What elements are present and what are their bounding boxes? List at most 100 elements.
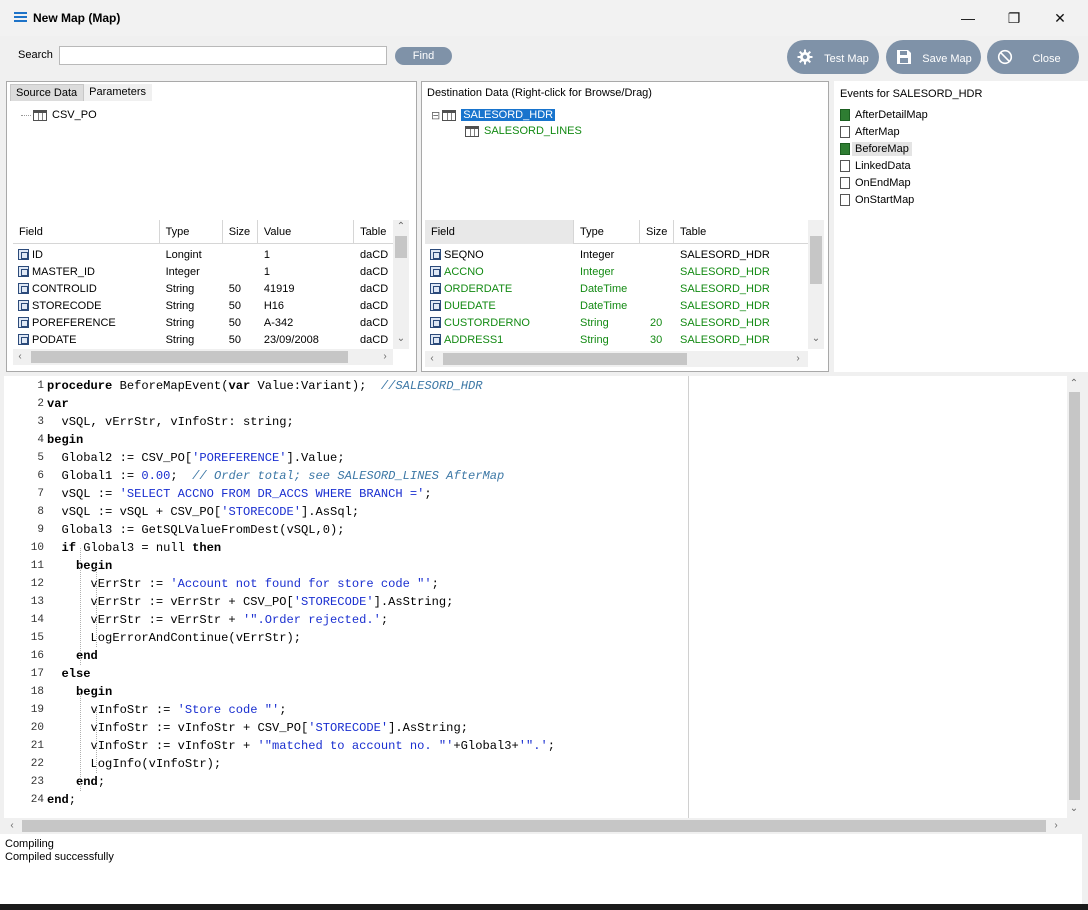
code-line[interactable]: vErrStr := vErrStr + CSV_PO['STORECODE']… xyxy=(47,593,454,611)
find-button[interactable]: Find xyxy=(395,47,452,65)
source-grid-hscroll[interactable]: ‹ › xyxy=(13,349,393,365)
minimize-button[interactable]: — xyxy=(945,6,991,30)
code-line[interactable]: vInfoStr := vInfoStr + CSV_PO['STORECODE… xyxy=(47,719,468,737)
code-line[interactable]: vErrStr := 'Account not found for store … xyxy=(47,575,439,593)
code-line[interactable]: LogErrorAndContinue(vErrStr); xyxy=(47,629,301,647)
tab-source-data[interactable]: Source Data xyxy=(10,84,85,101)
editor-vscroll[interactable]: ⌃ ⌄ xyxy=(1067,376,1082,818)
table-row[interactable]: POREFERENCE String 50 A-342 daCD xyxy=(13,314,393,331)
table-row[interactable]: MASTER_ID Integer 1 daCD xyxy=(13,263,393,280)
code-line[interactable]: vInfoStr := 'Store code "'; xyxy=(47,701,287,719)
code-token: '".' xyxy=(518,739,548,753)
scroll-left-icon[interactable]: ‹ xyxy=(14,351,26,363)
code-line[interactable]: var xyxy=(47,395,69,413)
column-header-size[interactable]: Size xyxy=(640,220,674,244)
code-line[interactable]: vSQL, vErrStr, vInfoStr: string; xyxy=(47,413,294,431)
dest-grid-hscroll[interactable]: ‹ › xyxy=(425,351,808,367)
code-line[interactable]: Global1 := 0.00; // Order total; see SAL… xyxy=(47,467,505,485)
column-header-value[interactable]: Value xyxy=(258,220,355,244)
event-item[interactable]: LinkedData xyxy=(840,158,911,174)
code-line[interactable]: vErrStr := vErrStr + '".Order rejected.'… xyxy=(47,611,389,629)
code-text-area[interactable]: procedure BeforeMapEvent(var Value:Varia… xyxy=(47,376,687,818)
column-header-field[interactable]: Field xyxy=(425,220,574,244)
event-item[interactable]: OnEndMap xyxy=(840,175,911,191)
code-line[interactable]: end; xyxy=(47,773,105,791)
table-row[interactable]: DUEDATE DateTime SALESORD_HDR xyxy=(425,297,808,314)
dest-tree-child[interactable]: SALESORD_LINES xyxy=(465,123,582,139)
scroll-left-icon[interactable]: ‹ xyxy=(6,820,18,832)
table-row[interactable]: ORDERDATE DateTime SALESORD_HDR xyxy=(425,280,808,297)
table-row[interactable]: STORECODE String 50 H16 daCD xyxy=(13,297,393,314)
dest-field-grid[interactable]: Field Type Size Table SEQNO Integer SALESO… xyxy=(425,220,808,349)
scroll-down-icon[interactable]: ⌄ xyxy=(395,333,407,345)
events-panel: Events for SALESORD_HDR AfterDetailMap Af… xyxy=(834,81,1088,372)
code-line[interactable]: begin xyxy=(47,431,83,449)
scroll-up-icon[interactable]: ⌃ xyxy=(395,221,407,233)
source-tree-root[interactable]: CSV_PO xyxy=(21,107,97,123)
close-button[interactable]: Close xyxy=(987,40,1079,74)
table-row[interactable]: ADDRESS1 String 30 SALESORD_HDR xyxy=(425,331,808,348)
column-header-table[interactable]: Table xyxy=(354,220,393,244)
scroll-thumb[interactable] xyxy=(22,820,1046,832)
table-row[interactable]: CONTROLID String 50 41919 daCD xyxy=(13,280,393,297)
cell-value: H16 xyxy=(263,299,285,312)
code-line[interactable]: Global2 := CSV_PO['POREFERENCE'].Value; xyxy=(47,449,345,467)
source-grid-vscroll[interactable]: ⌃ ⌄ xyxy=(393,220,409,349)
dest-grid-vscroll[interactable]: ⌄ xyxy=(808,220,824,349)
table-row[interactable]: SEQNO Integer SALESORD_HDR xyxy=(425,246,808,263)
event-item[interactable]: AfterMap xyxy=(840,124,900,140)
scroll-down-icon[interactable]: ⌄ xyxy=(1068,803,1080,815)
scroll-down-icon[interactable]: ⌄ xyxy=(810,333,822,345)
code-line[interactable]: vSQL := 'SELECT ACCNO FROM DR_ACCS WHERE… xyxy=(47,485,432,503)
code-token: Global2 := CSV_PO[ xyxy=(47,451,193,465)
tab-parameters[interactable]: Parameters xyxy=(84,84,152,101)
save-map-button[interactable]: Save Map xyxy=(886,40,981,74)
field-name: PODATE xyxy=(32,333,77,346)
column-header-type[interactable]: Type xyxy=(160,220,223,244)
source-field-grid[interactable]: Field Type Size Value Table ID Longint 1 da… xyxy=(13,220,393,349)
app-menu-icon[interactable] xyxy=(14,12,27,23)
window-close-button[interactable]: ✕ xyxy=(1037,6,1083,30)
scroll-thumb[interactable] xyxy=(443,353,687,365)
column-header-field[interactable]: Field xyxy=(13,220,160,244)
scroll-up-icon[interactable]: ⌃ xyxy=(1068,378,1080,390)
column-header-size[interactable]: Size xyxy=(223,220,258,244)
event-item[interactable]: AfterDetailMap xyxy=(840,107,928,123)
scroll-right-icon[interactable]: › xyxy=(792,353,804,365)
column-header-type[interactable]: Type xyxy=(574,220,640,244)
cell-field: CONTROLID xyxy=(13,283,160,295)
table-row[interactable]: PODATE String 50 23/09/2008 daCD xyxy=(13,331,393,348)
dest-tree-root[interactable]: ⊟ SALESORD_HDR xyxy=(431,107,556,123)
event-item[interactable]: OnStartMap xyxy=(840,192,914,208)
code-line[interactable]: if Global3 = null then xyxy=(47,539,222,557)
code-line[interactable]: end; xyxy=(47,791,76,809)
code-editor[interactable]: 1 2 3 4 5 6 7 8 9 10 11 12 13 14 15 16 17 18 19 20 21 22 23 24 … xyxy=(4,376,1082,818)
scroll-thumb[interactable] xyxy=(810,236,822,284)
event-item[interactable]: BeforeMap xyxy=(840,141,912,157)
search-input[interactable] xyxy=(59,46,387,65)
scroll-thumb[interactable] xyxy=(395,236,407,258)
test-map-button[interactable]: Test Map xyxy=(787,40,879,74)
column-header-table[interactable]: Table xyxy=(674,220,808,244)
editor-hscroll[interactable]: ‹ › xyxy=(4,818,1082,834)
compiler-output-panel: Compiling Compiled successfully xyxy=(0,834,1082,904)
table-row[interactable]: ID Longint 1 daCD xyxy=(13,246,393,263)
scroll-right-icon[interactable]: › xyxy=(1050,820,1062,832)
code-line[interactable]: Global3 := GetSQLValueFromDest(vSQL,0); xyxy=(47,521,345,539)
cell-size: 50 xyxy=(228,299,242,312)
code-line[interactable]: vInfoStr := vInfoStr + '"matched to acco… xyxy=(47,737,556,755)
code-line[interactable]: LogInfo(vInfoStr); xyxy=(47,755,222,773)
table-row[interactable]: CUSTORDERNO String 20 SALESORD_HDR xyxy=(425,314,808,331)
code-line[interactable]: vSQL := vSQL + CSV_PO['STORECODE'].AsSql… xyxy=(47,503,360,521)
scroll-left-icon[interactable]: ‹ xyxy=(426,353,438,365)
collapse-icon[interactable]: ⊟ xyxy=(431,109,440,122)
scroll-thumb[interactable] xyxy=(1069,392,1080,800)
code-line[interactable]: procedure BeforeMapEvent(var Value:Varia… xyxy=(47,377,482,395)
scroll-right-icon[interactable]: › xyxy=(379,351,391,363)
code-line[interactable]: else xyxy=(47,665,91,683)
code-line[interactable]: end xyxy=(47,647,98,665)
table-row[interactable]: ACCNO Integer SALESORD_HDR xyxy=(425,263,808,280)
scroll-thumb[interactable] xyxy=(31,351,348,363)
maximize-button[interactable]: ❐ xyxy=(991,6,1037,30)
